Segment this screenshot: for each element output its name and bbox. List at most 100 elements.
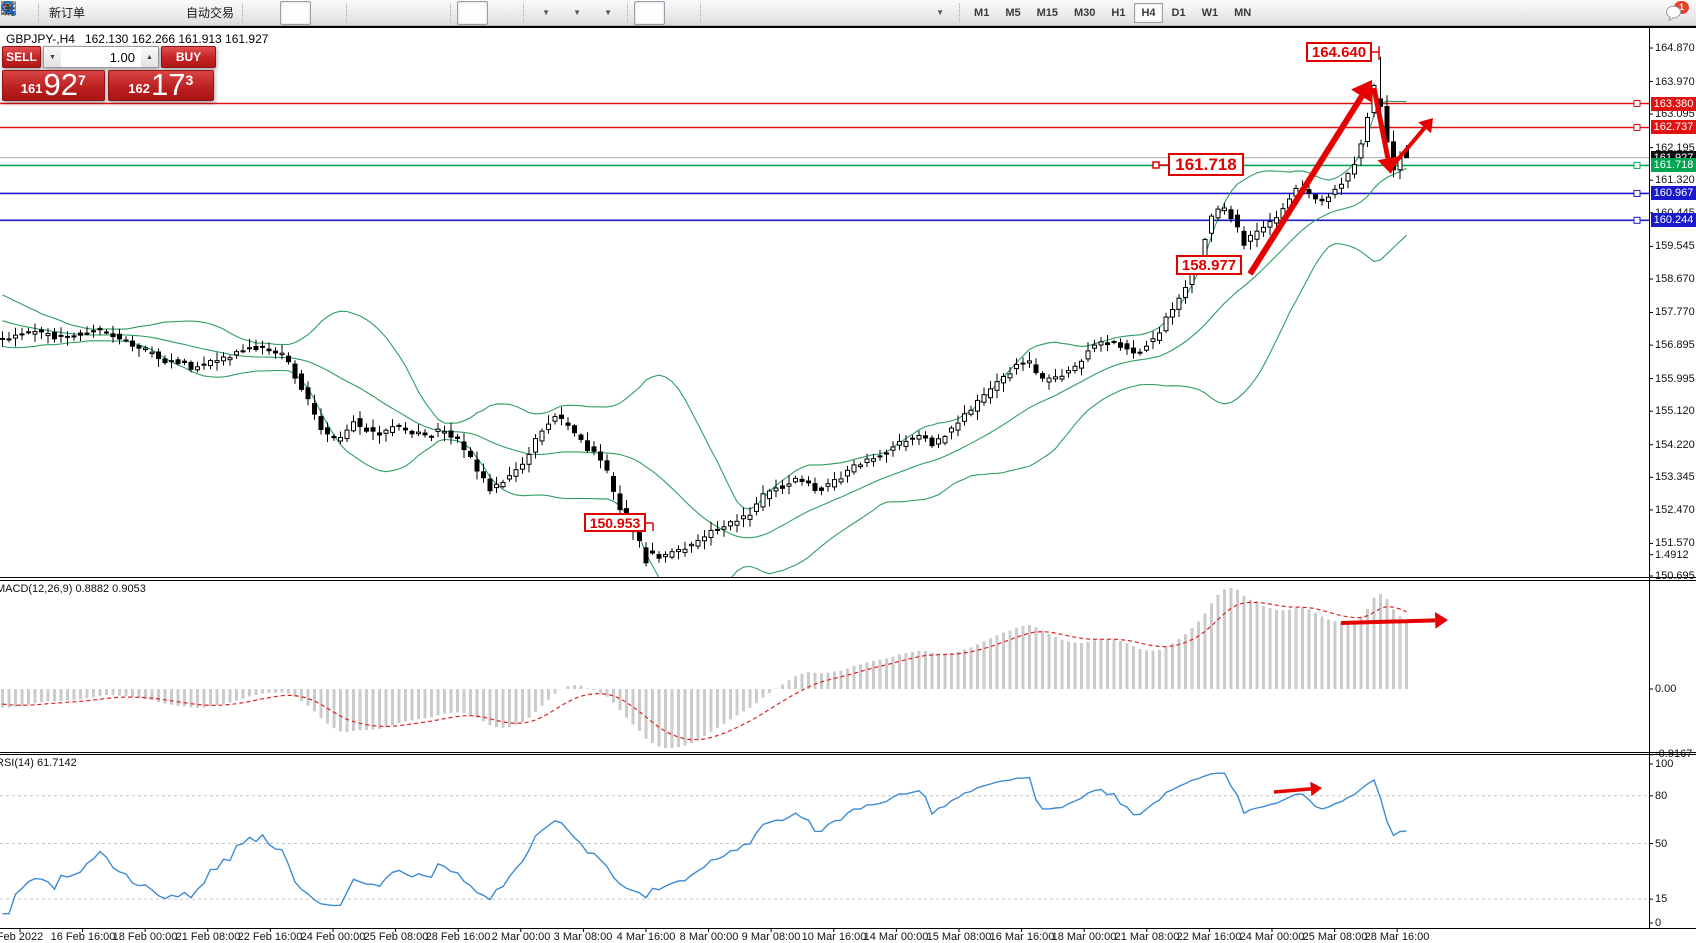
timeframe-d1-button[interactable]: D1	[1165, 3, 1193, 23]
bar-chart-mode-button[interactable]	[249, 1, 280, 25]
price-tick-label: 156.895	[1655, 339, 1695, 351]
date-label[interactable]: 2 Mar 00:00	[492, 931, 551, 943]
rsi-axis-label: 80	[1655, 790, 1667, 802]
community-button[interactable]	[120, 1, 151, 25]
zoom-in-button[interactable]	[353, 1, 384, 25]
timeframe-m15-button[interactable]: M15	[1030, 3, 1065, 23]
auto-scroll-button[interactable]	[457, 1, 488, 25]
date-label[interactable]: 3 Mar 08:00	[554, 931, 613, 943]
new-order-label: 新订单	[49, 4, 85, 21]
price-tick-label: 161.320	[1655, 174, 1695, 186]
price-tick-label: 153.345	[1655, 471, 1695, 483]
date-label[interactable]: 25 Feb 08:00	[364, 931, 429, 943]
auto-trading-button[interactable]: 自动交易	[182, 1, 238, 25]
text-tool-button[interactable]: A	[862, 1, 893, 25]
date-label[interactable]: 10 Mar 16:00	[802, 931, 867, 943]
date-label[interactable]: 9 Mar 08:00	[742, 931, 801, 943]
arrows-tool-button[interactable]: ▼	[924, 1, 955, 25]
new-order-button[interactable]: 新订单	[45, 1, 89, 25]
search-icon	[0, 0, 17, 17]
toolbar-separator	[627, 3, 631, 22]
channel-tool-button[interactable]: E	[800, 1, 831, 25]
date-label[interactable]: 15 Mar 08:00	[927, 931, 992, 943]
periods-button[interactable]: ▼	[561, 1, 592, 25]
horizontal-line-tool-button[interactable]	[738, 1, 769, 25]
chart-shift-button[interactable]	[488, 1, 519, 25]
timeframe-m30-button[interactable]: M30	[1067, 3, 1102, 23]
fibonacci-tool-button[interactable]: F	[831, 1, 862, 25]
price-badge-162.737: 162.737	[1651, 120, 1696, 134]
timeframe-h4-button[interactable]: H4	[1134, 3, 1162, 23]
price-chart[interactable]	[0, 0, 1696, 943]
toolbar-right: 1	[1626, 1, 1693, 25]
volume-input[interactable]	[61, 47, 141, 67]
toolbar: 新订单 自动交易 ▼ ▼ ▼ EFAT ▼ M1M5M15M30H1H4D1W1MN 1	[0, 0, 1696, 26]
date-label[interactable]: 8 Mar 00:00	[680, 931, 739, 943]
tile-windows-button[interactable]	[415, 1, 446, 25]
date-label[interactable]: 24 Feb 00:00	[301, 931, 366, 943]
price-annotation-161.718[interactable]: 161.718	[1168, 153, 1244, 176]
date-label[interactable]: 25 Mar 08:00	[1303, 931, 1368, 943]
rsi-axis-label: 0	[1655, 917, 1661, 929]
line-chart-mode-button[interactable]	[311, 1, 342, 25]
price-annotation-158.977[interactable]: 158.977	[1176, 255, 1242, 275]
buy-button[interactable]: BUY	[161, 46, 216, 68]
timeframe-m1-button[interactable]: M1	[967, 3, 996, 23]
price-tick-label: 154.220	[1655, 439, 1695, 451]
volume-increase-button[interactable]: ▲	[141, 47, 158, 67]
cursor-button[interactable]	[634, 1, 665, 25]
price-annotation-150.953[interactable]: 150.953	[584, 513, 646, 532]
price-badge-160.244: 160.244	[1651, 213, 1696, 227]
crosshair-button[interactable]	[665, 1, 696, 25]
sell-button[interactable]: SELL	[2, 46, 41, 68]
signals-button[interactable]	[151, 1, 182, 25]
buy-price-base: 162	[128, 81, 150, 96]
dropdown-caret-icon: ▼	[573, 8, 581, 17]
label-tool-button[interactable]: T	[893, 1, 924, 25]
price-tick-label: 152.470	[1655, 504, 1695, 516]
timeframe-m5-button[interactable]: M5	[998, 3, 1027, 23]
price-tick-label: 155.120	[1655, 405, 1695, 417]
date-label[interactable]: 21 Mar 08:00	[1115, 931, 1180, 943]
toolbar-separator	[959, 3, 963, 22]
price-tick-label: 163.970	[1655, 76, 1695, 88]
date-label[interactable]: 24 Mar 00:00	[1240, 931, 1305, 943]
timeframe-w1-button[interactable]: W1	[1195, 3, 1226, 23]
candle-chart-mode-button[interactable]	[280, 1, 311, 25]
date-label[interactable]: 18 Feb 00:00	[113, 931, 178, 943]
date-label[interactable]: 16 Feb 16:00	[51, 931, 116, 943]
date-label[interactable]: 4 Mar 16:00	[617, 931, 676, 943]
zoom-out-button[interactable]	[384, 1, 415, 25]
sell-price-display[interactable]: 161 92 7	[2, 70, 105, 101]
date-label[interactable]: 22 Mar 16:00	[1177, 931, 1242, 943]
notifications-button[interactable]: 1	[1665, 4, 1685, 22]
date-label[interactable]: 28 Feb 16:00	[426, 931, 491, 943]
date-label[interactable]: 21 Feb 08:00	[176, 931, 241, 943]
buy-price-display[interactable]: 162 17 3	[108, 70, 214, 101]
price-annotation-164.640[interactable]: 164.640	[1306, 42, 1372, 62]
macd-indicator-label: MACD(12,26,9) 0.8882 0.9053	[0, 583, 146, 595]
price-badge-160.967: 160.967	[1651, 186, 1696, 200]
mt4-terminal: 新订单自动交易▼▼▼EFAT▼M1M5M15M30H1H4D1W1MN1 GBP…	[0, 0, 1696, 943]
trendline-tool-button[interactable]	[769, 1, 800, 25]
dropdown-caret-icon: ▼	[936, 8, 944, 17]
ohlc-values: 162.130 162.266 161.913 161.927	[85, 32, 269, 46]
indicators-button[interactable]: ▼	[530, 1, 561, 25]
date-label[interactable]: 18 Mar 00:00	[1052, 931, 1117, 943]
date-label[interactable]: 22 Feb 16:00	[238, 931, 303, 943]
price-tick-label: 158.670	[1655, 273, 1695, 285]
date-label[interactable]: 14 Mar 00:00	[864, 931, 929, 943]
toolbar-separator	[38, 3, 42, 22]
date-label[interactable]: Feb 2022	[0, 931, 43, 943]
date-label[interactable]: 28 Mar 16:00	[1365, 931, 1430, 943]
price-tick-label: 151.570	[1655, 537, 1695, 549]
vertical-line-tool-button[interactable]	[707, 1, 738, 25]
timeframe-mn-button[interactable]: MN	[1227, 3, 1258, 23]
templates-button[interactable]: ▼	[592, 1, 623, 25]
search-button[interactable]	[1626, 1, 1657, 25]
market-alert-button[interactable]	[89, 1, 120, 25]
date-label[interactable]: 16 Mar 16:00	[990, 931, 1055, 943]
volume-decrease-button[interactable]: ▼	[44, 47, 61, 67]
timeframe-h1-button[interactable]: H1	[1104, 3, 1132, 23]
rsi-indicator-label: RSI(14) 61.7142	[0, 757, 77, 769]
